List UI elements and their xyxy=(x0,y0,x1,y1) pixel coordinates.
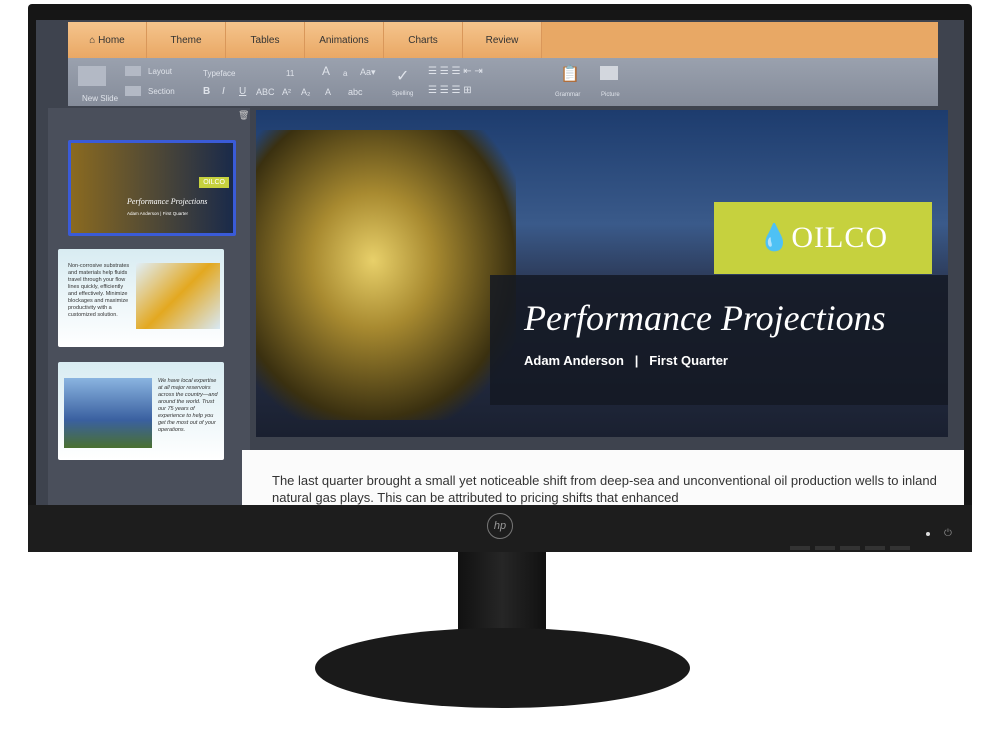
tab-home[interactable]: ⌂ Home xyxy=(68,22,147,58)
slide-title[interactable]: Performance Projections xyxy=(524,297,886,339)
change-case-button[interactable]: Aa▾ xyxy=(360,67,376,78)
align-icons[interactable]: ☰ ☰ ☰ ⊞ xyxy=(428,85,472,96)
layout-icon xyxy=(125,66,141,76)
thumb-text: Non-corrosive substrates and materials h… xyxy=(68,263,130,318)
monitor-button[interactable] xyxy=(790,546,810,550)
tab-charts[interactable]: Charts xyxy=(384,22,463,58)
slide-thumbnail-3[interactable]: We have local expertise at all major res… xyxy=(58,362,224,460)
thumb-title: Performance Projections xyxy=(127,197,208,206)
monitor-button[interactable] xyxy=(865,546,885,550)
tab-review[interactable]: Review xyxy=(463,22,542,58)
home-icon: ⌂ xyxy=(89,34,99,46)
monitor-button[interactable] xyxy=(815,546,835,550)
trash-icon[interactable]: 🗑 xyxy=(238,110,249,121)
power-led xyxy=(926,532,930,536)
screen: ⌂ Home Theme Tables Animations Charts Re… xyxy=(36,20,964,505)
thumb-text: We have local expertise at all major res… xyxy=(158,378,218,433)
slide-subtitle[interactable]: Adam Anderson | First Quarter xyxy=(524,353,728,368)
thumb-logo: OILCO xyxy=(199,177,229,188)
highlight-button[interactable]: A xyxy=(325,87,331,97)
list-icons[interactable]: ☰ ☰ ☰ ⇤ ⇥ xyxy=(428,66,483,77)
thumb-image xyxy=(136,263,220,329)
shrink-font-button[interactable]: a xyxy=(343,69,347,78)
monitor-button[interactable] xyxy=(840,546,860,550)
section-button[interactable]: Section xyxy=(148,87,175,96)
oil-rig-image xyxy=(256,130,516,420)
picture-icon xyxy=(600,66,618,80)
section-icon xyxy=(125,86,141,96)
grow-font-button[interactable]: A xyxy=(322,64,330,78)
strikethrough-button[interactable]: ABC xyxy=(256,87,275,97)
layout-button[interactable]: Layout xyxy=(148,67,172,76)
tab-theme[interactable]: Theme xyxy=(147,22,226,58)
tab-tables[interactable]: Tables xyxy=(226,22,305,58)
monitor-button[interactable] xyxy=(890,546,910,550)
slide-thumbnail-1[interactable]: OILCO Performance Projections Adam Ander… xyxy=(68,140,236,236)
spelling-check-icon: ✓ xyxy=(396,68,410,85)
oilco-logo: 💧 OILCO xyxy=(714,202,932,274)
toolbar: New Slide Layout Section Typeface 11 A a… xyxy=(68,58,938,106)
spelling-button[interactable]: Spelling xyxy=(392,91,413,97)
thumb-image xyxy=(64,378,152,448)
slide-thumbnail-panel: 🗑 OILCO Performance Projections Adam And… xyxy=(48,108,250,505)
tab-animations[interactable]: Animations xyxy=(305,22,384,58)
hp-logo: hp xyxy=(487,513,513,539)
ribbon-tabs: ⌂ Home Theme Tables Animations Charts Re… xyxy=(68,22,938,58)
notes-pane[interactable]: The last quarter brought a small yet not… xyxy=(242,450,964,505)
subscript-button[interactable]: A₂ xyxy=(301,87,311,97)
picture-button[interactable]: Picture xyxy=(601,92,620,98)
title-box: Performance Projections Adam Anderson | … xyxy=(490,275,948,405)
bold-button[interactable]: B xyxy=(203,86,210,97)
new-slide-icon[interactable] xyxy=(78,66,106,86)
underline-button[interactable]: U xyxy=(239,86,246,97)
typeface-select[interactable]: Typeface xyxy=(203,69,235,78)
grammar-button[interactable]: Grammar xyxy=(555,92,580,98)
slide-canvas[interactable]: 💧 OILCO Performance Projections Adam Ande… xyxy=(256,110,948,437)
new-slide-button[interactable]: New Slide xyxy=(82,94,118,103)
italic-button[interactable]: I xyxy=(222,86,225,97)
oil-drop-icon: 💧 xyxy=(757,223,792,252)
grammar-icon: 📋 xyxy=(560,66,580,83)
font-size-select[interactable]: 11 xyxy=(286,69,294,78)
power-icon[interactable]: ⏻ xyxy=(944,528,952,539)
tab-bar-fill xyxy=(542,22,938,58)
superscript-button[interactable]: A² xyxy=(282,87,291,97)
monitor-stand-base xyxy=(315,628,690,708)
thumb-subtitle: Adam Anderson | First Quarter xyxy=(127,211,188,216)
text-effect-button[interactable]: abc xyxy=(348,87,363,97)
slide-thumbnail-2[interactable]: Non-corrosive substrates and materials h… xyxy=(58,249,224,347)
